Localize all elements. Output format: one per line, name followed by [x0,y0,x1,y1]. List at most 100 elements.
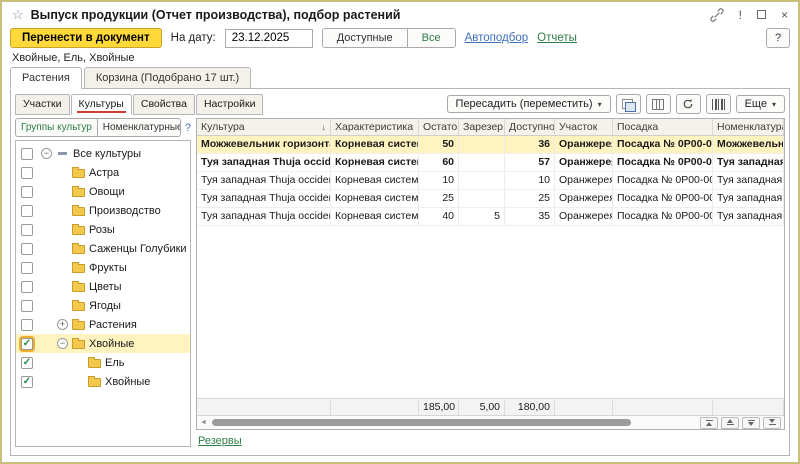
table-row[interactable]: Можжевельник горизонтальный Junip...Корн… [197,136,784,154]
help-button[interactable]: ? [766,28,790,48]
cell-planting: Посадка № 0P00-000054 ... [613,172,713,189]
total-cell [331,399,419,415]
output-list-button[interactable] [616,94,641,114]
tree-checkbox[interactable] [21,224,33,236]
tree-checkbox[interactable] [21,167,33,179]
more-button[interactable]: Еще ▾ [736,95,785,113]
cell-characteristic: Корневая система: P9 [331,172,419,189]
tab-properties[interactable]: Свойства [133,94,195,115]
scroll-first-button[interactable] [700,417,718,429]
main-tabs: Растения Корзина (Подобрано 17 шт.) [2,67,798,89]
column-header[interactable]: Культура↓ [197,119,331,135]
nomenclature-groups-button[interactable]: Номенклатурные группы [97,119,181,136]
scrollbar-track[interactable] [210,418,697,427]
tree-checkbox[interactable] [21,281,33,293]
column-header[interactable]: Остаток [419,119,459,135]
cell-stock: 25 [419,190,459,207]
column-header[interactable]: Посадка [613,119,713,135]
table-row[interactable]: Туя западная Thuja occidentalis Gold...К… [197,172,784,190]
refresh-button[interactable] [676,94,701,114]
tree-row[interactable]: − Все культуры [16,144,190,163]
tree-row[interactable]: Розы [16,220,190,239]
tree-checkbox[interactable] [21,243,33,255]
tree-row[interactable]: + Растения [16,315,190,334]
table-row[interactable]: Туя западная Thuja occidentalis Gold...К… [197,190,784,208]
cards-icon [622,99,634,110]
tree-row[interactable]: ✓ − Хвойные [16,334,190,353]
scrollbar-thumb[interactable] [212,419,631,426]
tree-row[interactable]: Астра [16,163,190,182]
close-icon[interactable]: × [781,9,788,21]
cell-plot: Оранжерея / ... [555,208,613,225]
scroll-up-button[interactable] [721,417,739,429]
app-window: ☆ Выпуск продукции (Отчет производства),… [0,0,800,464]
culture-groups-button[interactable]: Группы культур [16,119,97,136]
cell-plot: Оранжерея / ... [555,172,613,189]
tree-checkbox[interactable] [21,205,33,217]
barcode-button[interactable] [706,94,731,114]
tree-row[interactable]: Саженцы Голубики [16,239,190,258]
column-header[interactable]: Номенклатура [713,119,784,135]
table-row[interactable]: Туя западная Thuja occidentalis Gold...К… [197,208,784,226]
tree-row[interactable]: Цветы [16,277,190,296]
tree-checkbox[interactable] [21,148,33,160]
panel-help-icon[interactable]: ? [185,122,191,134]
tree-expander-icon[interactable]: + [57,319,68,330]
filter-panel: Участки Культуры Свойства Настройки Груп… [15,94,191,447]
tree-label: Все культуры [73,148,141,160]
tree-checkbox[interactable]: ✓ [21,376,33,388]
maximize-icon[interactable] [757,10,766,19]
columns-settings-button[interactable] [646,94,671,114]
transfer-to-document-button[interactable]: Перенести в документ [10,28,162,48]
tree-checkbox[interactable]: ✓ [21,338,33,350]
tree-row[interactable]: Ягоды [16,296,190,315]
tree-label: Цветы [89,281,122,293]
tree-expander-icon[interactable]: − [41,148,52,159]
toggle-all-button[interactable]: Все [407,29,455,47]
scroll-left-icon[interactable]: ◄ [200,419,207,426]
tree-checkbox[interactable] [21,186,33,198]
favorite-star-icon[interactable]: ☆ [12,7,24,23]
column-header[interactable]: Характеристика [331,119,419,135]
tree-checkbox[interactable] [21,300,33,312]
tab-plants[interactable]: Растения [10,67,82,89]
scroll-last-button[interactable] [763,417,781,429]
cell-plot: Оранжерея / С... [555,154,613,171]
tab-cultures[interactable]: Культуры [71,94,132,115]
info-icon[interactable]: ! [739,9,742,21]
tree-label: Ель [105,357,125,369]
tab-settings[interactable]: Настройки [196,94,264,115]
indent [37,248,53,249]
window-title: Выпуск продукции (Отчет производства), п… [31,8,401,22]
column-header[interactable]: Зарезер... [459,119,505,135]
toggle-available-button[interactable]: Доступные [323,29,407,47]
tree-row[interactable]: Фрукты [16,258,190,277]
cell-characteristic: Корневая система: P9 [331,154,419,171]
tree-row[interactable]: Овощи [16,182,190,201]
tab-cart[interactable]: Корзина (Подобрано 17 шт.) [84,67,251,89]
scroll-down-button[interactable] [742,417,760,429]
group-toggle-row: Группы культур Номенклатурные группы ? [15,118,191,137]
cell-nomenclature: Туя западная Thuja o... [713,172,784,189]
autopick-link[interactable]: Автоподбор [465,32,529,44]
tree-row[interactable]: ✓ Ель [16,353,190,372]
reserves-link[interactable]: Резервы [198,435,242,447]
reports-link[interactable]: Отчеты [537,32,577,44]
tree-checkbox[interactable] [21,319,33,331]
tree-label: Растения [89,319,137,331]
table-row[interactable]: Туя западная Thuja occidentalis Golde...… [197,154,784,172]
tree-checkbox[interactable] [21,262,33,274]
cell-stock: 60 [419,154,459,171]
column-header[interactable]: Участок [555,119,613,135]
transplant-button[interactable]: Пересадить (переместить) ▾ [447,95,611,113]
link-icon[interactable] [710,8,724,22]
column-header[interactable]: Доступно [505,119,555,135]
table-body: Можжевельник горизонтальный Junip...Корн… [197,136,784,226]
tree-expander-icon[interactable]: − [57,338,68,349]
tree-checkbox[interactable]: ✓ [21,357,33,369]
tree-row[interactable]: Производство [16,201,190,220]
tab-plots[interactable]: Участки [15,94,70,115]
cell-available: 10 [505,172,555,189]
date-input[interactable] [225,29,313,48]
tree-row[interactable]: ✓ Хвойные [16,372,190,391]
